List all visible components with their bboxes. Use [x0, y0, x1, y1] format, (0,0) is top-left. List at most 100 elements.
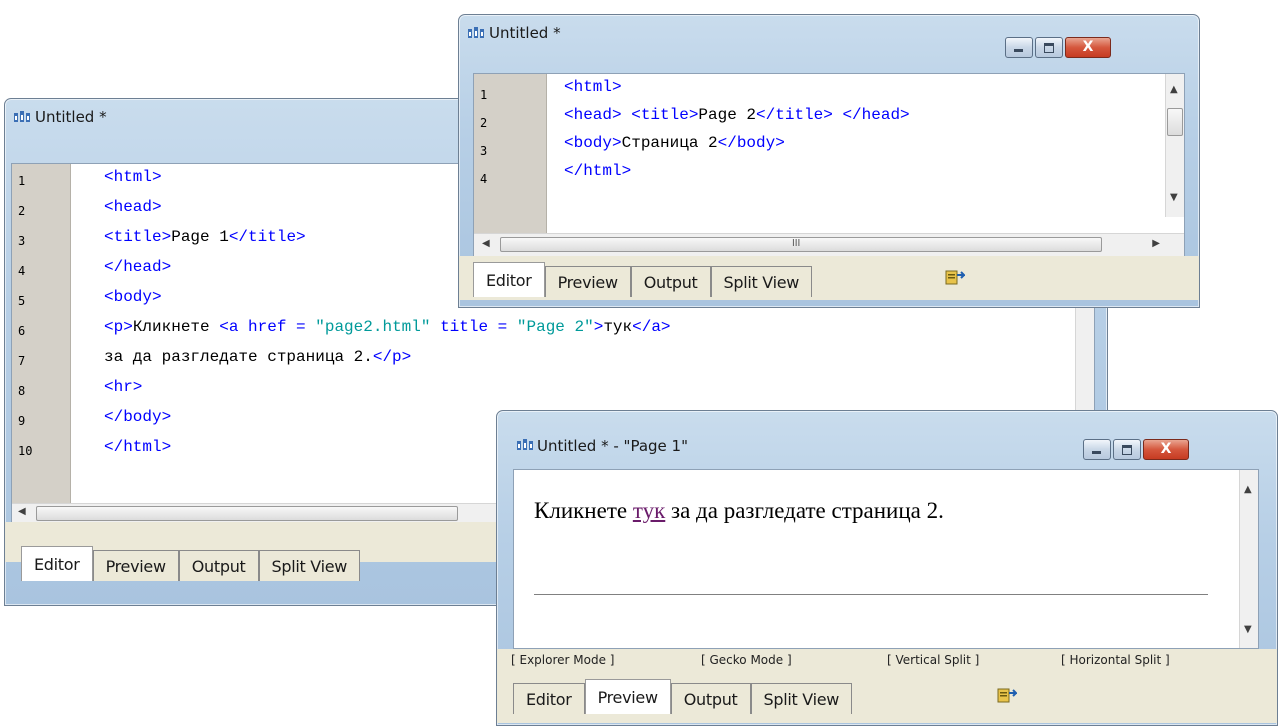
vertical-scrollbar[interactable]: ▲ ▼: [1239, 470, 1258, 648]
code-token: тук: [603, 318, 633, 336]
code-token: </a>: [632, 318, 671, 336]
code-token: </title> </head>: [756, 106, 910, 124]
preview-link[interactable]: тук: [633, 498, 665, 523]
window-title: Untitled * - "Page 1": [537, 437, 688, 455]
caption-buttons: X: [1005, 37, 1111, 58]
line-number-gutter: 1 2 3 4 5 6 7 8 9 10: [12, 164, 71, 522]
tab-preview[interactable]: Preview: [92, 550, 179, 581]
line-number: 4: [480, 172, 488, 186]
code-token: </html>: [104, 438, 172, 456]
line-number: 3: [18, 234, 26, 248]
code-token: </head>: [104, 258, 172, 276]
code-token: <hr>: [104, 378, 143, 396]
code-line: </head>: [104, 258, 171, 276]
scroll-thumb[interactable]: [36, 506, 458, 521]
line-number: 1: [480, 88, 488, 102]
tab-preview[interactable]: Preview: [584, 679, 671, 714]
editor-area[interactable]: 1 2 3 4 <html> <head> <title>Page 2</title> …: [473, 73, 1185, 257]
minimize-icon: [1014, 49, 1023, 52]
code-token: Страница 2: [621, 134, 718, 152]
code-line: </html>: [104, 438, 171, 456]
app-icon: [468, 27, 484, 38]
scroll-left-icon[interactable]: ◀: [482, 238, 490, 249]
render-mode-option[interactable]: [ Explorer Mode ]: [511, 653, 614, 667]
scroll-down-icon[interactable]: ▼: [1244, 624, 1252, 635]
title-bar[interactable]: Untitled * X: [459, 15, 1199, 58]
tab-editor[interactable]: Editor: [21, 546, 93, 581]
tab-output[interactable]: Output: [670, 683, 751, 714]
code-token: title =: [430, 318, 517, 336]
code-line: <html>: [104, 168, 162, 186]
code-line: <head>: [104, 198, 162, 216]
app-icon: [14, 111, 30, 122]
minimize-button[interactable]: [1005, 37, 1033, 58]
sync-icon[interactable]: [997, 687, 1017, 705]
line-number: 1: [18, 174, 26, 188]
editor-tabs: Editor Preview Output Split View: [473, 262, 1199, 297]
render-mode-option[interactable]: [ Vertical Split ]: [887, 653, 979, 667]
scroll-down-icon[interactable]: ▼: [1170, 192, 1178, 203]
code-token: </title>: [228, 228, 306, 246]
line-number: 10: [18, 444, 33, 458]
close-icon: X: [1160, 441, 1172, 457]
title-bar[interactable]: Untitled * - "Page 1" X: [497, 411, 1277, 460]
sync-icon[interactable]: [945, 269, 965, 287]
code-line: <title>Page 1</title>: [104, 228, 306, 246]
vertical-scrollbar[interactable]: ▲ ▼: [1165, 74, 1184, 217]
code-token: </html>: [564, 162, 632, 180]
tab-preview[interactable]: Preview: [544, 266, 631, 297]
line-number: 3: [480, 144, 488, 158]
line-number: 2: [480, 116, 488, 130]
maximize-icon: [1122, 445, 1132, 455]
render-mode-option[interactable]: [ Horizontal Split ]: [1061, 653, 1170, 667]
scroll-right-icon[interactable]: ▶: [1152, 238, 1160, 249]
scroll-left-icon[interactable]: ◀: [18, 506, 26, 517]
code-token: за да разгледате страница 2.: [104, 348, 373, 366]
scroll-up-icon[interactable]: ▲: [1244, 484, 1252, 495]
tab-editor[interactable]: Editor: [513, 683, 585, 714]
scroll-thumb[interactable]: [1167, 108, 1183, 136]
scroll-grip: III: [792, 238, 801, 249]
scroll-thumb[interactable]: [500, 237, 1102, 252]
line-number: 2: [18, 204, 26, 218]
line-number-gutter: 1 2 3 4: [474, 74, 547, 256]
close-icon: X: [1082, 39, 1094, 55]
tab-output[interactable]: Output: [178, 550, 259, 581]
code-token: <html>: [564, 78, 622, 96]
scroll-up-icon[interactable]: ▲: [1170, 84, 1178, 95]
line-number: 4: [18, 264, 26, 278]
line-number: 5: [18, 294, 26, 308]
maximize-button[interactable]: [1113, 439, 1141, 460]
code-token: <head>: [104, 198, 162, 216]
code-line: <hr>: [104, 378, 142, 396]
code-token: Кликнете: [132, 318, 220, 336]
tab-output[interactable]: Output: [630, 266, 711, 297]
window-title: Untitled *: [35, 108, 107, 126]
close-button[interactable]: X: [1143, 439, 1189, 460]
preview-tabs: Editor Preview Output Split View: [513, 679, 1277, 714]
maximize-button[interactable]: [1035, 37, 1063, 58]
code-token: <head> <title>: [564, 106, 699, 124]
code-token: </body>: [717, 134, 785, 152]
minimize-button[interactable]: [1083, 439, 1111, 460]
tab-split-view[interactable]: Split View: [258, 550, 361, 581]
code-token: <body>: [104, 288, 162, 306]
window-title: Untitled *: [489, 24, 561, 42]
code-line: <p>Кликнете <a href = "page2.html" title…: [104, 318, 671, 336]
code-token: "Page 2": [516, 318, 594, 336]
code-line: </body>: [104, 408, 171, 426]
tab-editor[interactable]: Editor: [473, 262, 545, 297]
tab-split-view[interactable]: Split View: [750, 683, 853, 714]
tab-split-view[interactable]: Split View: [710, 266, 813, 297]
preview-pane[interactable]: Кликнете тук за да разгледате страница 2…: [513, 469, 1259, 649]
code-token: </p>: [372, 348, 412, 366]
code-line: <body>Страница 2</body>: [564, 134, 785, 152]
render-mode-option[interactable]: [ Gecko Mode ]: [701, 653, 792, 667]
code-line: <head> <title>Page 2</title> </head>: [564, 106, 910, 124]
code-token: <title>: [104, 228, 172, 246]
code-token: <html>: [104, 168, 162, 186]
code-line: за да разгледате страница 2.</p>: [104, 348, 411, 366]
close-button[interactable]: X: [1065, 37, 1111, 58]
horizontal-scrollbar[interactable]: ◀ III ▶: [474, 233, 1184, 256]
code-editor[interactable]: <html> <head> <title>Page 2</title> </hea…: [564, 74, 1144, 219]
